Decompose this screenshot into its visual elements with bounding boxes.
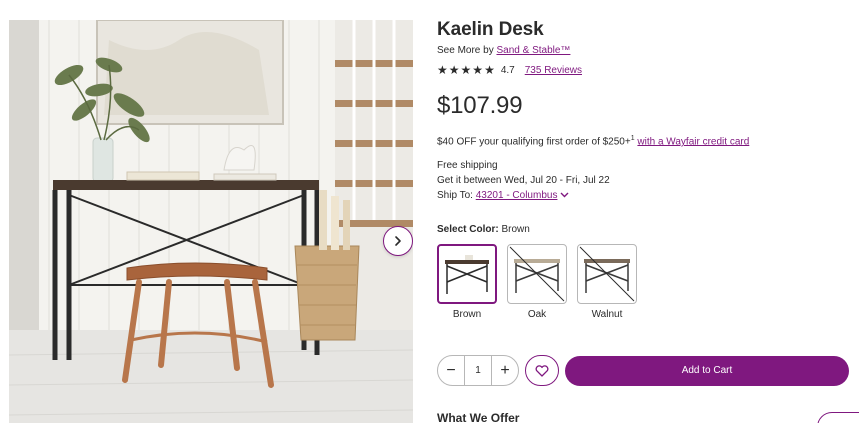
swatch-image — [507, 243, 567, 304]
increase-quantity-button[interactable]: + — [492, 356, 518, 385]
product-title: Kaelin Desk — [437, 19, 544, 40]
star-icon: ★ — [484, 63, 495, 77]
star-icon: ★ — [472, 63, 484, 77]
swatch-brown[interactable]: Brown — [437, 243, 497, 321]
star-icon: ★ — [448, 63, 460, 77]
see-more-line: See More by Sand & Stable™ — [437, 44, 852, 57]
ship-to-label: Ship To: — [437, 190, 473, 202]
swatch-label: Walnut — [591, 308, 623, 320]
product-price: $107.99 — [437, 92, 523, 119]
swatch-image — [437, 243, 497, 304]
floating-action-button[interactable] — [817, 412, 859, 423]
swatch-oak[interactable]: Oak — [507, 243, 567, 321]
chevron-down-icon[interactable] — [560, 188, 569, 203]
swatch-label: Oak — [527, 308, 547, 320]
decrease-quantity-button[interactable]: − — [438, 356, 464, 385]
rating-row: ★ ★ ★ ★ ★ 4.7 735 Reviews — [437, 62, 852, 78]
credit-card-link[interactable]: with a Wayfair credit card — [637, 136, 749, 147]
ship-to-location-link[interactable]: 43201 - Columbus — [476, 190, 558, 201]
delivery-estimate: Get it between Wed, Jul 20 - Fri, Jul 22 — [437, 174, 610, 186]
brand-link[interactable]: Sand & Stable™ — [496, 45, 570, 56]
ship-to-row: Ship To: 43201 - Columbus — [437, 188, 852, 204]
quantity-stepper: − 1 + — [437, 355, 519, 386]
product-photo — [9, 20, 413, 423]
swatch-label: Brown — [452, 308, 482, 320]
swatch-image — [577, 243, 637, 304]
promo-text: $40 OFF your qualifying first order of $… — [437, 136, 631, 148]
favorite-button[interactable] — [525, 355, 559, 386]
quantity-value[interactable]: 1 — [464, 356, 492, 385]
add-to-cart-row: − 1 + Add to Cart — [437, 355, 849, 386]
heart-icon — [535, 364, 549, 377]
swatch-walnut[interactable]: Walnut — [577, 243, 637, 321]
add-to-cart-button[interactable]: Add to Cart — [565, 355, 849, 386]
see-more-prefix: See More by — [437, 45, 494, 56]
selected-color-value: Brown — [501, 223, 530, 235]
color-swatches: Brown Oak Walnut — [437, 243, 852, 321]
star-icon: ★ — [460, 63, 472, 77]
star-icon: ★ — [437, 63, 448, 77]
reviews-link[interactable]: 735 Reviews — [525, 65, 582, 76]
promo-line: $40 OFF your qualifying first order of $… — [437, 132, 852, 148]
shipping-info: Free shipping Get it between Wed, Jul 20… — [437, 159, 852, 204]
rating-value: 4.7 — [500, 64, 515, 76]
rating-stars: ★ ★ ★ ★ ★ — [437, 64, 495, 76]
chevron-right-icon — [395, 236, 401, 246]
select-color-label: Select Color: — [437, 223, 499, 235]
product-image-gallery — [9, 20, 413, 423]
next-image-button[interactable] — [383, 226, 413, 256]
select-color-row: Select Color: Brown — [437, 224, 852, 236]
free-shipping: Free shipping — [437, 160, 498, 172]
product-details: Kaelin Desk See More by Sand & Stable™ ★… — [437, 18, 852, 321]
what-we-offer-heading: What We Offer — [437, 411, 520, 423]
promo-footnote: 1 — [630, 135, 635, 142]
